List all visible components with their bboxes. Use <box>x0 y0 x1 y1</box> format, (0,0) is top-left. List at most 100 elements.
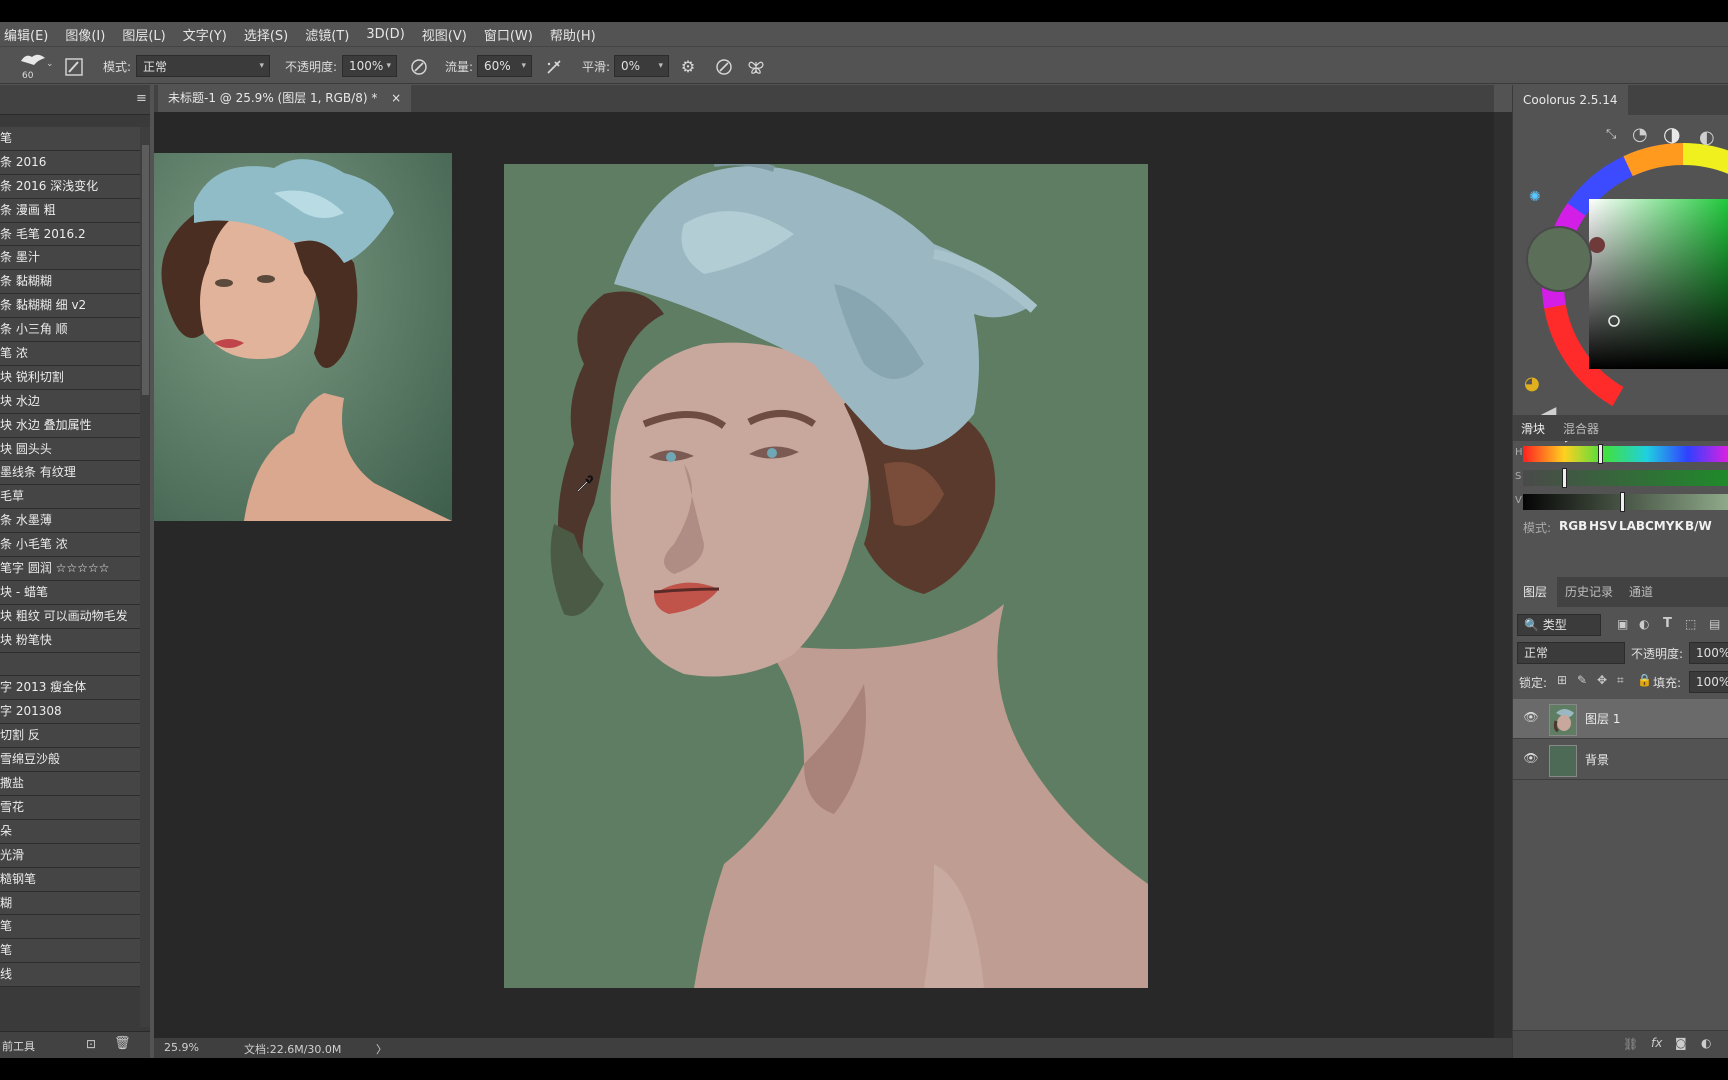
brush-preset-item[interactable]: 笔 <box>0 939 140 964</box>
brush-preset-item[interactable]: 字 201308 <box>0 700 140 725</box>
brush-preset-item[interactable]: 线 <box>0 963 140 988</box>
brush-preset-item[interactable]: 条 2016 <box>0 150 140 175</box>
symmetry-butterfly-icon[interactable] <box>747 58 765 76</box>
add-mask-icon[interactable]: ◙ <box>1675 1036 1687 1050</box>
mode-rgb[interactable]: RGB <box>1559 519 1587 533</box>
brush-preset-item[interactable]: 条 小三角 顺 <box>0 318 140 343</box>
tab-sliders[interactable]: 滑块 <box>1521 420 1545 437</box>
menu-view[interactable]: 视图(V) <box>422 25 467 44</box>
filter-type-icon[interactable]: T <box>1663 616 1672 631</box>
brush-preset-item[interactable]: 条 墨汁 <box>0 246 140 271</box>
brush-panel-toggle-icon[interactable] <box>65 58 83 76</box>
brush-preset-item[interactable]: 字 2013 瘦金体 <box>0 676 140 701</box>
brush-preset-item[interactable]: 毛草 <box>0 485 140 510</box>
filter-shape-icon[interactable]: ⬚ <box>1685 617 1696 631</box>
menu-help[interactable]: 帮助(H) <box>550 25 596 44</box>
mode-hsv[interactable]: HSV <box>1589 519 1617 533</box>
brush-preset-item[interactable] <box>0 652 140 677</box>
mode-bw[interactable]: B/W <box>1685 519 1712 533</box>
brush-preset-item[interactable]: 条 黏糊糊 <box>0 270 140 295</box>
mode-lab[interactable]: LAB <box>1619 519 1645 533</box>
brush-preset-item[interactable]: 朵 <box>0 819 140 844</box>
lock-transparency-icon[interactable]: ⊞ <box>1557 673 1567 687</box>
filter-adjustment-icon[interactable]: ◐ <box>1639 617 1649 631</box>
brush-preset-item[interactable]: 块 - 蜡笔 <box>0 580 140 605</box>
brush-preset-item[interactable]: 墨线条 有纹理 <box>0 461 140 486</box>
brush-preset-item[interactable]: 切割 反 <box>0 724 140 749</box>
mode-cmyk[interactable]: CMYK <box>1645 519 1684 533</box>
brush-preset-item[interactable]: 块 水边 <box>0 389 140 414</box>
trash-icon[interactable]: 🗑 <box>114 1036 131 1051</box>
painting-canvas[interactable] <box>504 164 1148 988</box>
lock-pixels-icon[interactable]: ✎ <box>1577 673 1587 687</box>
layer-row-background[interactable]: 👁 背景 <box>1513 740 1728 780</box>
brush-preset-item[interactable]: 块 粉笔快 <box>0 628 140 653</box>
airbrush-icon[interactable] <box>545 58 563 76</box>
wheel-mode-icon[interactable]: ◑ <box>1663 122 1680 146</box>
brush-preset-item[interactable]: 笔 <box>0 127 140 151</box>
gear-icon[interactable]: ⚙ <box>679 58 697 76</box>
saturation-slider[interactable] <box>1523 470 1728 486</box>
menu-3d[interactable]: 3D(D) <box>366 27 404 42</box>
pressure-size-icon[interactable] <box>715 58 733 76</box>
value-slider[interactable] <box>1523 494 1728 510</box>
menu-edit[interactable]: 编辑(E) <box>4 25 48 44</box>
adjustment-layer-icon[interactable]: ◐ <box>1701 1036 1711 1050</box>
color-harmony-icon[interactable]: ◕ <box>1524 373 1540 394</box>
brush-preset-item[interactable]: 糙钢笔 <box>0 867 140 892</box>
status-info-arrow[interactable]: 〉 <box>376 1041 387 1057</box>
brush-preset-item[interactable]: 条 水墨薄 <box>0 509 140 534</box>
visibility-eye-icon[interactable]: 👁 <box>1523 750 1539 766</box>
menu-layer[interactable]: 图层(L) <box>122 25 165 44</box>
layer-name[interactable]: 背景 <box>1585 751 1609 768</box>
layer-row-layer1[interactable]: 👁 图层 1 <box>1513 699 1728 739</box>
brush-preset-item[interactable]: 条 黏糊糊 细 v2 <box>0 294 140 319</box>
brush-preset-item[interactable]: 块 圆头头 <box>0 437 140 462</box>
tab-history[interactable]: 历史记录 <box>1555 577 1623 607</box>
saturation-slider-handle[interactable] <box>1562 468 1567 488</box>
wheel-mode-icon[interactable]: ◐ <box>1699 127 1715 148</box>
brush-list-scroll-thumb[interactable] <box>142 145 149 395</box>
blend-mode-select[interactable]: 正常 ▾ <box>136 55 270 77</box>
brush-preset-item[interactable]: 条 2016 深浅变化 <box>0 174 140 199</box>
new-preset-icon[interactable]: ⊡ <box>86 1037 96 1051</box>
layer-filter-select[interactable]: 🔍 类型 <box>1517 614 1601 636</box>
brush-preset-item[interactable]: 笔 浓 <box>0 342 140 366</box>
brush-preset-item[interactable]: 块 水边 叠加属性 <box>0 413 140 438</box>
fill-input[interactable]: 100% <box>1689 671 1728 693</box>
menu-window[interactable]: 窗口(W) <box>484 25 533 44</box>
filter-pixel-icon[interactable]: ▣ <box>1617 617 1628 631</box>
lock-artboard-icon[interactable]: ⌗ <box>1617 673 1624 688</box>
brush-preset-item[interactable]: 撒盐 <box>0 772 140 796</box>
zoom-level[interactable]: 25.9% <box>164 1041 199 1054</box>
brush-preset-item[interactable]: 光滑 <box>0 843 140 868</box>
hue-slider[interactable] <box>1523 446 1728 462</box>
menu-filter[interactable]: 滤镜(T) <box>305 25 349 44</box>
menu-type[interactable]: 文字(Y) <box>183 25 227 44</box>
fx-icon[interactable]: fx <box>1651 1036 1662 1050</box>
document-tab[interactable]: 未标题-1 @ 25.9% (图层 1, RGB/8) * × <box>158 85 412 112</box>
close-icon[interactable]: × <box>391 91 401 105</box>
value-slider-handle[interactable] <box>1620 492 1625 512</box>
menu-select[interactable]: 选择(S) <box>244 25 288 44</box>
lock-all-icon[interactable]: 🔒 <box>1637 673 1652 687</box>
layer-name[interactable]: 图层 1 <box>1585 710 1620 727</box>
hue-slider-handle[interactable] <box>1598 444 1603 464</box>
pressure-opacity-icon[interactable] <box>410 58 428 76</box>
brush-preset-item[interactable]: 块 锐利切割 <box>0 365 140 390</box>
opacity-input[interactable]: 100% ▾ <box>342 55 397 77</box>
brush-preset-item[interactable]: 块 粗纹 可以画动物毛发 <box>0 604 140 629</box>
smoothing-input[interactable]: 0% ▾ <box>614 55 669 77</box>
brush-preset-item[interactable]: 糊 <box>0 891 140 916</box>
wheel-mode-icon[interactable]: ◔ <box>1632 124 1648 145</box>
brush-preset-item[interactable]: 雪花 <box>0 795 140 820</box>
brush-preset-item[interactable]: 条 小毛笔 浓 <box>0 533 140 558</box>
tab-channels[interactable]: 通道 <box>1619 577 1663 607</box>
brush-preset-item[interactable]: 笔 <box>0 915 140 940</box>
lock-position-icon[interactable]: ✥ <box>1597 673 1607 687</box>
brush-preset-item[interactable]: 雪绵豆沙般 <box>0 748 140 773</box>
brush-preset-item[interactable]: 条 毛笔 2016.2 <box>0 222 140 247</box>
link-layers-icon[interactable]: ⛓ <box>1623 1037 1638 1051</box>
panel-menu-icon[interactable]: ≡ <box>136 91 147 106</box>
filter-smartobject-icon[interactable]: ▤ <box>1709 617 1720 631</box>
